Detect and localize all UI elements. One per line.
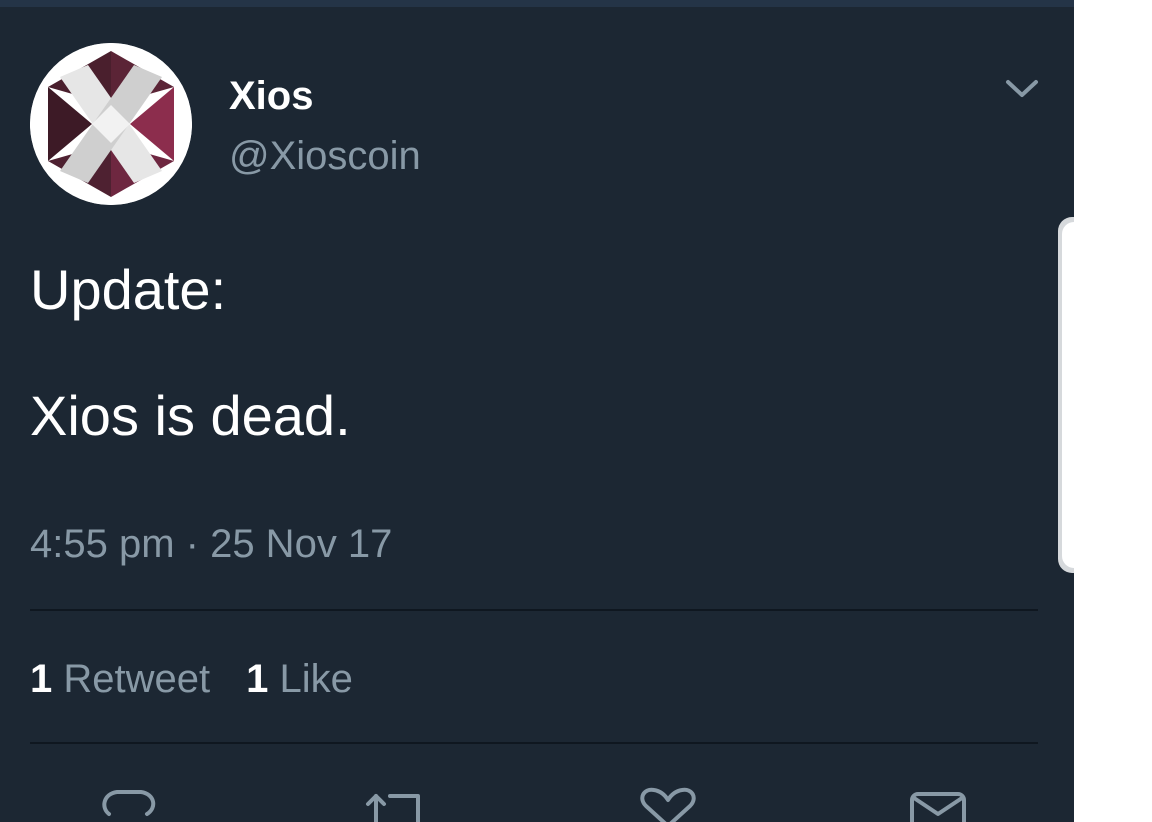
like-stat-label: Like xyxy=(279,657,353,701)
heart-icon xyxy=(640,787,696,822)
tweet-detail-panel: Xios @Xioscoin Update: Xios is dead. 4:5… xyxy=(0,0,1074,822)
like-count: 1 xyxy=(246,657,269,701)
direct-message-button[interactable] xyxy=(906,786,970,822)
retweet-count: 1 xyxy=(30,657,53,701)
tweet-text: Update: Xios is dead. xyxy=(30,255,351,451)
retweet-icon xyxy=(366,794,420,822)
like-stat[interactable]: 1 Like xyxy=(246,657,353,701)
chevron-down-icon[interactable] xyxy=(1002,72,1042,104)
retweet-button[interactable] xyxy=(360,786,424,822)
divider xyxy=(30,609,1038,611)
user-handle[interactable]: @Xioscoin xyxy=(229,133,421,179)
tweet-text-line: Xios is dead. xyxy=(30,384,351,447)
divider xyxy=(30,742,1038,744)
tweet-timestamp[interactable]: 4:55 pm · 25 Nov 17 xyxy=(30,520,392,568)
tweet-text-line: Update: xyxy=(30,258,227,321)
envelope-icon xyxy=(910,792,966,822)
reply-button[interactable] xyxy=(97,786,161,822)
avatar[interactable] xyxy=(30,43,192,205)
xios-logo-icon xyxy=(30,43,192,205)
tweet-stats: 1 Retweet 1 Like xyxy=(30,655,389,703)
scrollbar-thumb[interactable] xyxy=(1062,222,1074,568)
display-name[interactable]: Xios xyxy=(229,73,313,119)
retweet-stat-label: Retweet xyxy=(63,657,211,701)
like-button[interactable] xyxy=(636,786,700,822)
reply-icon xyxy=(102,790,156,816)
retweet-stat[interactable]: 1 Retweet xyxy=(30,657,210,701)
top-bar-edge xyxy=(0,0,1074,7)
